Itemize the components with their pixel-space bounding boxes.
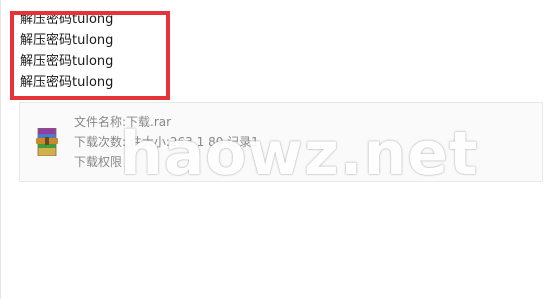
page-left-border	[0, 0, 1, 299]
password-line: 解压密码tulong	[20, 54, 114, 69]
winrar-archive-icon-graphic	[36, 127, 58, 157]
password-line: 解压密码tulong	[20, 12, 114, 27]
password-lines: 解压密码tulong 解压密码tulong 解压密码tulong 解压密码tul…	[20, 9, 113, 93]
attachment-card: 文件名称:下载.rar 下载次数: 件大小:263 1 80 记录1 下载权限	[19, 102, 543, 182]
password-line: 解压密码tulong	[20, 75, 114, 90]
download-count-line: 下载次数: 件大小:263 1 80 记录1	[74, 135, 259, 149]
filename-line[interactable]: 文件名称:下载.rar	[74, 112, 259, 132]
page: 解压密码tulong 解压密码tulong 解压密码tulong 解压密码tul…	[0, 0, 546, 299]
file-info: 文件名称:下载.rar 下载次数: 件大小:263 1 80 记录1 下载权限	[74, 112, 259, 172]
winrar-archive-icon[interactable]	[36, 127, 58, 157]
password-line: 解压密码tulong	[20, 33, 114, 48]
download-permission-label: 下载权限	[74, 155, 123, 169]
